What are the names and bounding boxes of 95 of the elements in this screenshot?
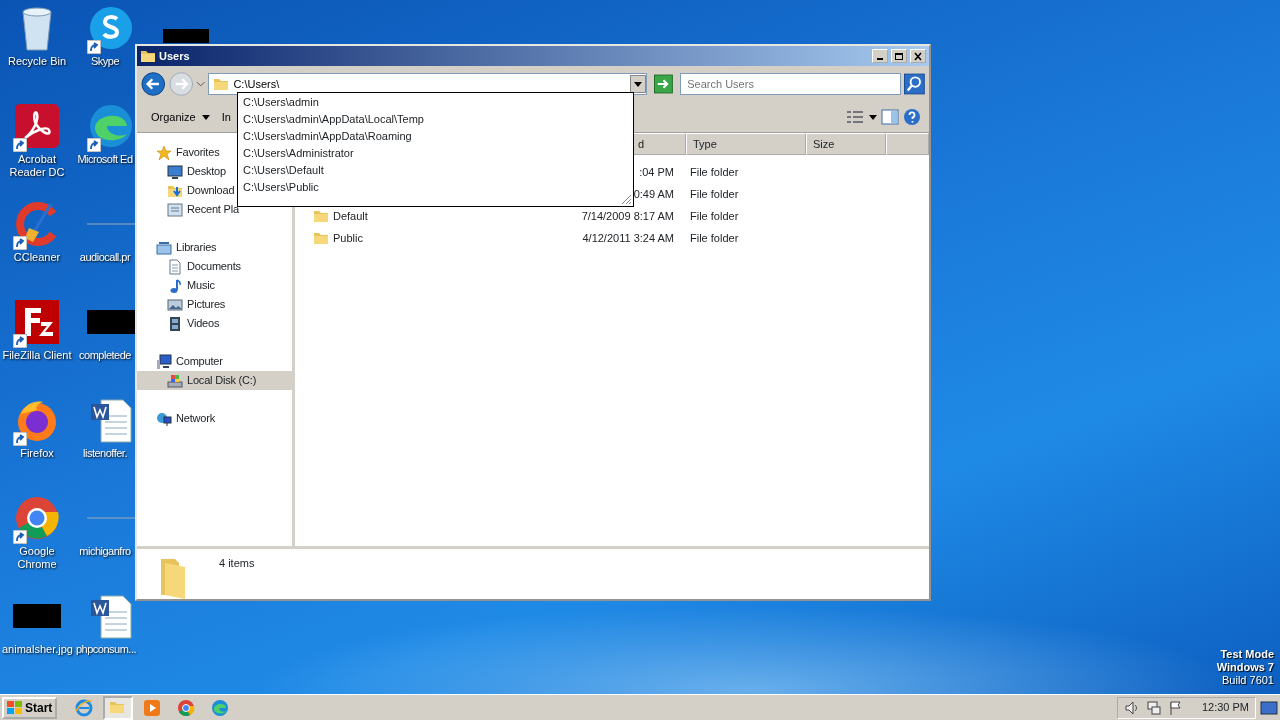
skype-icon xyxy=(87,4,135,52)
autocomplete-item[interactable]: C:\Users\admin\AppData\Local\Temp xyxy=(243,111,633,128)
desktop-icon-label[interactable]: animalsher.jpg xyxy=(2,643,72,656)
desktop-icon-label[interactable]: audiocall.pr xyxy=(76,251,134,264)
toolbar-button[interactable]: In xyxy=(217,106,235,128)
show-desktop-button[interactable] xyxy=(1260,699,1278,716)
navigation-item[interactable]: Computer xyxy=(137,352,225,371)
help-icon[interactable] xyxy=(903,108,921,126)
autocomplete-item[interactable]: C:\Users\Default xyxy=(243,162,633,179)
file-name[interactable]: Default xyxy=(333,207,368,225)
desktop-icon-label[interactable]: Firefox xyxy=(2,447,72,460)
star-icon xyxy=(156,144,172,161)
file-type: File folder xyxy=(689,186,739,202)
date-modified: 7/14/2009 8:17 AM xyxy=(581,209,674,222)
autocomplete-item[interactable]: C:\Users\Public xyxy=(243,179,633,196)
file-type: File folder xyxy=(689,208,739,224)
close-icon xyxy=(913,51,923,61)
navigation-item[interactable]: Music xyxy=(137,276,217,295)
speaker-icon xyxy=(1123,699,1140,716)
desktop-icon-label[interactable]: Recycle Bin xyxy=(2,55,72,68)
navigation-item[interactable]: Network xyxy=(137,409,217,428)
navigation-item[interactable]: Desktop xyxy=(137,162,228,181)
network-icon xyxy=(156,410,172,427)
date-modified: 0:49 AM xyxy=(633,187,674,200)
document-icon xyxy=(167,258,183,275)
chrome-icon xyxy=(177,698,196,717)
item-count: 4 items xyxy=(219,556,255,571)
start-button[interactable]: Start xyxy=(2,696,58,719)
maximize-icon xyxy=(894,51,904,61)
chrome-icon xyxy=(13,494,61,542)
flag-icon xyxy=(1167,699,1184,716)
resize-grip-icon[interactable] xyxy=(620,193,632,205)
navigation-item[interactable]: Videos xyxy=(137,314,222,333)
address-bar[interactable]: C:\Users\ xyxy=(208,73,648,95)
back-button[interactable] xyxy=(141,71,166,97)
column-header[interactable]: Size xyxy=(806,133,886,155)
monitor-icon xyxy=(167,163,183,180)
file-name[interactable]: Public xyxy=(333,229,363,247)
library-icon xyxy=(156,239,172,256)
minimize-button[interactable] xyxy=(872,49,888,63)
desktop-icon-label[interactable]: CCleaner xyxy=(2,251,72,264)
watermark-text: Test Mode xyxy=(1219,648,1274,661)
desktop-icon-label[interactable]: Microsoft Ed xyxy=(76,153,134,166)
filezilla-icon xyxy=(13,298,61,346)
desktop-icon-label[interactable]: listenoffer. xyxy=(76,447,134,460)
desktop-icon-label[interactable]: FileZilla Client xyxy=(2,349,72,362)
ie-icon xyxy=(75,698,94,717)
desktop-icon-label[interactable]: Google Chrome xyxy=(2,545,72,571)
thumbnail-icon xyxy=(163,29,209,43)
recent-places-icon xyxy=(167,201,183,218)
folder-icon xyxy=(213,76,230,92)
navigation-item[interactable]: Local Disk (C:) xyxy=(137,371,292,390)
watermark-text: Build 7601 xyxy=(1221,674,1274,687)
autocomplete-item[interactable]: C:\Users\admin xyxy=(243,94,633,111)
folder-icon xyxy=(313,208,329,224)
pdf-icon xyxy=(13,102,61,150)
music-note-icon xyxy=(167,277,183,294)
navigation-item[interactable]: Recent Pla xyxy=(137,200,241,219)
caret-icon[interactable] xyxy=(869,114,877,120)
drive-icon xyxy=(167,372,183,389)
windows-logo-icon xyxy=(7,700,23,715)
watermark-text: Windows 7 xyxy=(1216,661,1274,674)
close-button[interactable] xyxy=(910,49,926,63)
search-field[interactable]: Search Users xyxy=(680,73,902,95)
media-player-icon xyxy=(143,698,162,717)
desktop-icon-label[interactable]: phpconsum... xyxy=(76,643,134,656)
window-title: Users xyxy=(159,48,190,64)
folder-icon xyxy=(140,48,156,64)
search-button[interactable] xyxy=(904,73,925,95)
organize-menu[interactable]: Organize xyxy=(147,106,214,128)
desktop-icon-label[interactable]: Skype xyxy=(76,55,134,68)
date-modified: :04 PM xyxy=(639,165,674,178)
desktop-icon-label[interactable]: michiganfro xyxy=(76,545,134,558)
navigation-item[interactable]: Documents xyxy=(137,257,243,276)
edge-icon xyxy=(87,102,135,150)
navigation-item[interactable]: Download xyxy=(137,181,237,200)
navigation-item[interactable]: Libraries xyxy=(137,238,219,257)
desktop-icon-label[interactable]: Acrobat Reader DC xyxy=(2,153,72,179)
column-header[interactable]: Type xyxy=(686,133,806,155)
navigation-item[interactable]: Pictures xyxy=(137,295,228,314)
go-button[interactable] xyxy=(654,74,674,94)
desktop-icon-label[interactable]: completede xyxy=(76,349,134,362)
maximize-button[interactable] xyxy=(891,49,907,63)
edge-icon xyxy=(211,698,230,717)
dropdown-button[interactable] xyxy=(630,75,647,93)
network-icon xyxy=(1145,699,1162,716)
navigation-item[interactable]: Favorites xyxy=(137,143,222,162)
computer-icon xyxy=(156,353,172,370)
minimize-icon xyxy=(877,58,883,60)
folder-icon xyxy=(313,230,329,246)
file-type: File folder xyxy=(689,164,739,180)
date-modified: 4/12/2011 3:24 AM xyxy=(582,231,674,244)
film-icon xyxy=(167,315,183,332)
file-type: File folder xyxy=(689,230,739,246)
picture-icon xyxy=(167,296,183,313)
